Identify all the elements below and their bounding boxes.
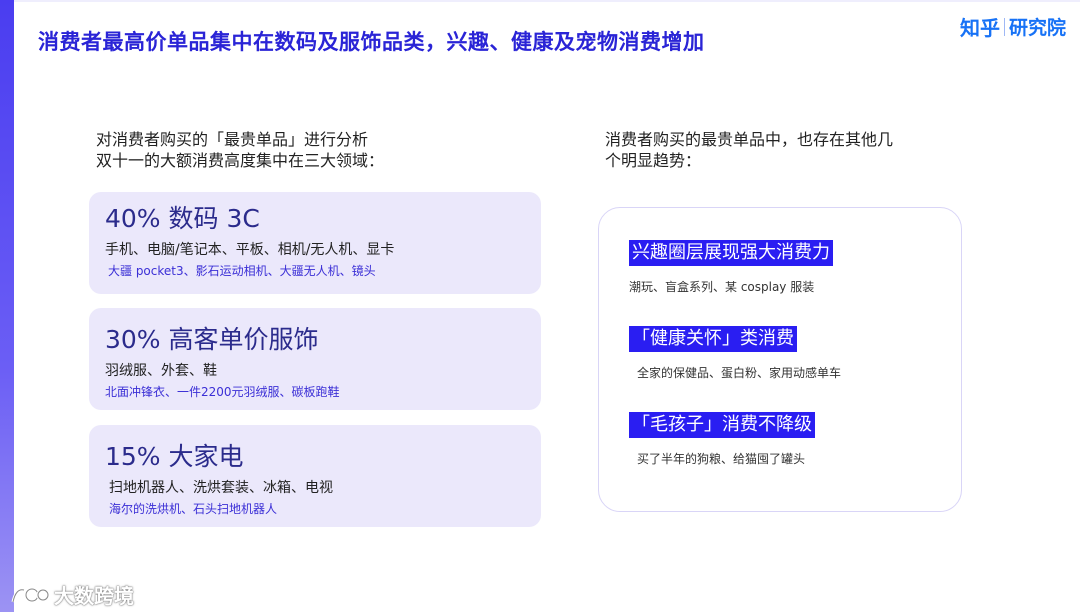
- category-examples: 海尔的洗烘机、石头扫地机器人: [109, 502, 278, 516]
- intro-left-line: 双十一的大额消费高度集中在三大领域：: [96, 151, 385, 170]
- watermark-text: 大数跨境: [54, 584, 134, 608]
- category-card-apparel: 30% 高客单价服饰 羽绒服、外套、鞋 北面冲锋衣、一件2200元羽绒服、碳板跑…: [89, 308, 541, 410]
- intro-left-line: 对消费者购买的「最贵单品」进行分析: [96, 130, 369, 149]
- trend-headline: 「毛孩子」消费不降级: [629, 412, 815, 438]
- trend-interest: 兴趣圈层展现强大消费力 潮玩、盲盒系列、某 cosplay 服装: [629, 240, 833, 295]
- intro-right-line: 个明显趋势：: [605, 151, 702, 170]
- category-examples: 大疆 pocket3、影石运动相机、大疆无人机、镜头: [108, 264, 376, 278]
- logo-separator: [1003, 17, 1005, 36]
- trends-panel: 兴趣圈层展现强大消费力 潮玩、盲盒系列、某 cosplay 服装 「健康关怀」类…: [598, 207, 962, 512]
- category-headline: 15% 大家电: [105, 442, 244, 471]
- intro-right: 消费者购买的最贵单品中，也存在其他几 个明显趋势：: [605, 129, 893, 171]
- category-headline: 40% 数码 3C: [105, 204, 260, 233]
- intro-left: 对消费者购买的「最贵单品」进行分析 双十一的大额消费高度集中在三大领域：: [96, 129, 384, 171]
- left-accent-bar: [0, 0, 14, 612]
- trend-description: 潮玩、盲盒系列、某 cosplay 服装: [629, 280, 815, 294]
- page-title: 消费者最高价单品集中在数码及服饰品类，兴趣、健康及宠物消费增加: [38, 30, 705, 54]
- logo-yanjiuyuan: 研究院: [1008, 17, 1066, 39]
- logo-zhihu: 知乎: [959, 16, 1000, 40]
- trend-headline: 兴趣圈层展现强大消费力: [629, 240, 833, 266]
- category-items: 扫地机器人、洗烘套装、冰箱、电视: [109, 480, 333, 496]
- category-items: 手机、电脑/笔记本、平板、相机/无人机、显卡: [105, 242, 395, 258]
- intro-right-line: 消费者购买的最贵单品中，也存在其他几: [605, 130, 894, 149]
- top-divider: [14, 0, 1080, 2]
- trend-pets: 「毛孩子」消费不降级 买了半年的狗粮、给猫囤了罐头: [629, 412, 815, 467]
- trend-health: 「健康关怀」类消费 全家的保健品、蛋白粉、家用动感单车: [629, 326, 841, 381]
- category-items: 羽绒服、外套、鞋: [105, 363, 217, 379]
- trend-description: 买了半年的狗粮、给猫囤了罐头: [637, 452, 806, 466]
- category-headline: 30% 高客单价服饰: [105, 325, 319, 354]
- zhihu-research-logo: 知乎 研究院: [960, 12, 1066, 41]
- category-card-appliances: 15% 大家电 扫地机器人、洗烘套装、冰箱、电视 海尔的洗烘机、石头扫地机器人: [89, 425, 541, 527]
- category-card-digital: 40% 数码 3C 手机、电脑/笔记本、平板、相机/无人机、显卡 大疆 pock…: [89, 192, 541, 294]
- watermark-logo-icon: [11, 587, 50, 602]
- watermark: 大数跨境: [10, 580, 134, 609]
- trend-headline: 「健康关怀」类消费: [629, 326, 797, 352]
- trend-description: 全家的保健品、蛋白粉、家用动感单车: [637, 366, 842, 380]
- category-examples: 北面冲锋衣、一件2200元羽绒服、碳板跑鞋: [105, 385, 340, 399]
